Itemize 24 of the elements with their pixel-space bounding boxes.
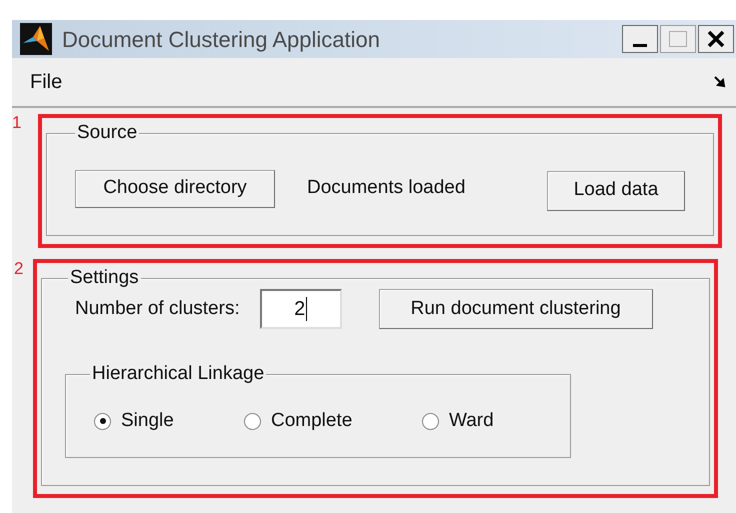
radio-label: Single	[121, 408, 174, 433]
app-logo-icon	[20, 23, 52, 55]
annotation-number: 2	[14, 260, 24, 277]
group-title: Hierarchical Linkage	[90, 362, 266, 386]
radio-button[interactable]	[422, 412, 439, 430]
group-title: Settings	[68, 266, 141, 290]
radio-label: Complete	[271, 408, 352, 433]
minimize-button[interactable]	[622, 25, 658, 53]
load-data-button[interactable]: Load data	[547, 170, 685, 210]
close-button[interactable]	[698, 25, 734, 53]
radio-button[interactable]	[94, 412, 111, 430]
clusters-label: Number of clusters:	[75, 296, 240, 321]
status-text: Documents loaded	[307, 176, 466, 200]
clusters-field[interactable]: 2	[260, 289, 342, 329]
radio-button[interactable]	[244, 412, 261, 430]
radio-label: Ward	[449, 408, 494, 433]
menu-item[interactable]: File	[30, 67, 62, 97]
clusters-value: 2	[294, 297, 308, 321]
run-clustering-button[interactable]: Run document clustering	[378, 289, 653, 329]
window-title: Document Clustering Application	[62, 26, 380, 54]
choose-directory-button[interactable]: Choose directory	[75, 170, 275, 208]
annotation-number: 1	[12, 114, 22, 131]
close-icon	[707, 30, 725, 48]
dock-arrow-icon[interactable]	[714, 76, 726, 88]
